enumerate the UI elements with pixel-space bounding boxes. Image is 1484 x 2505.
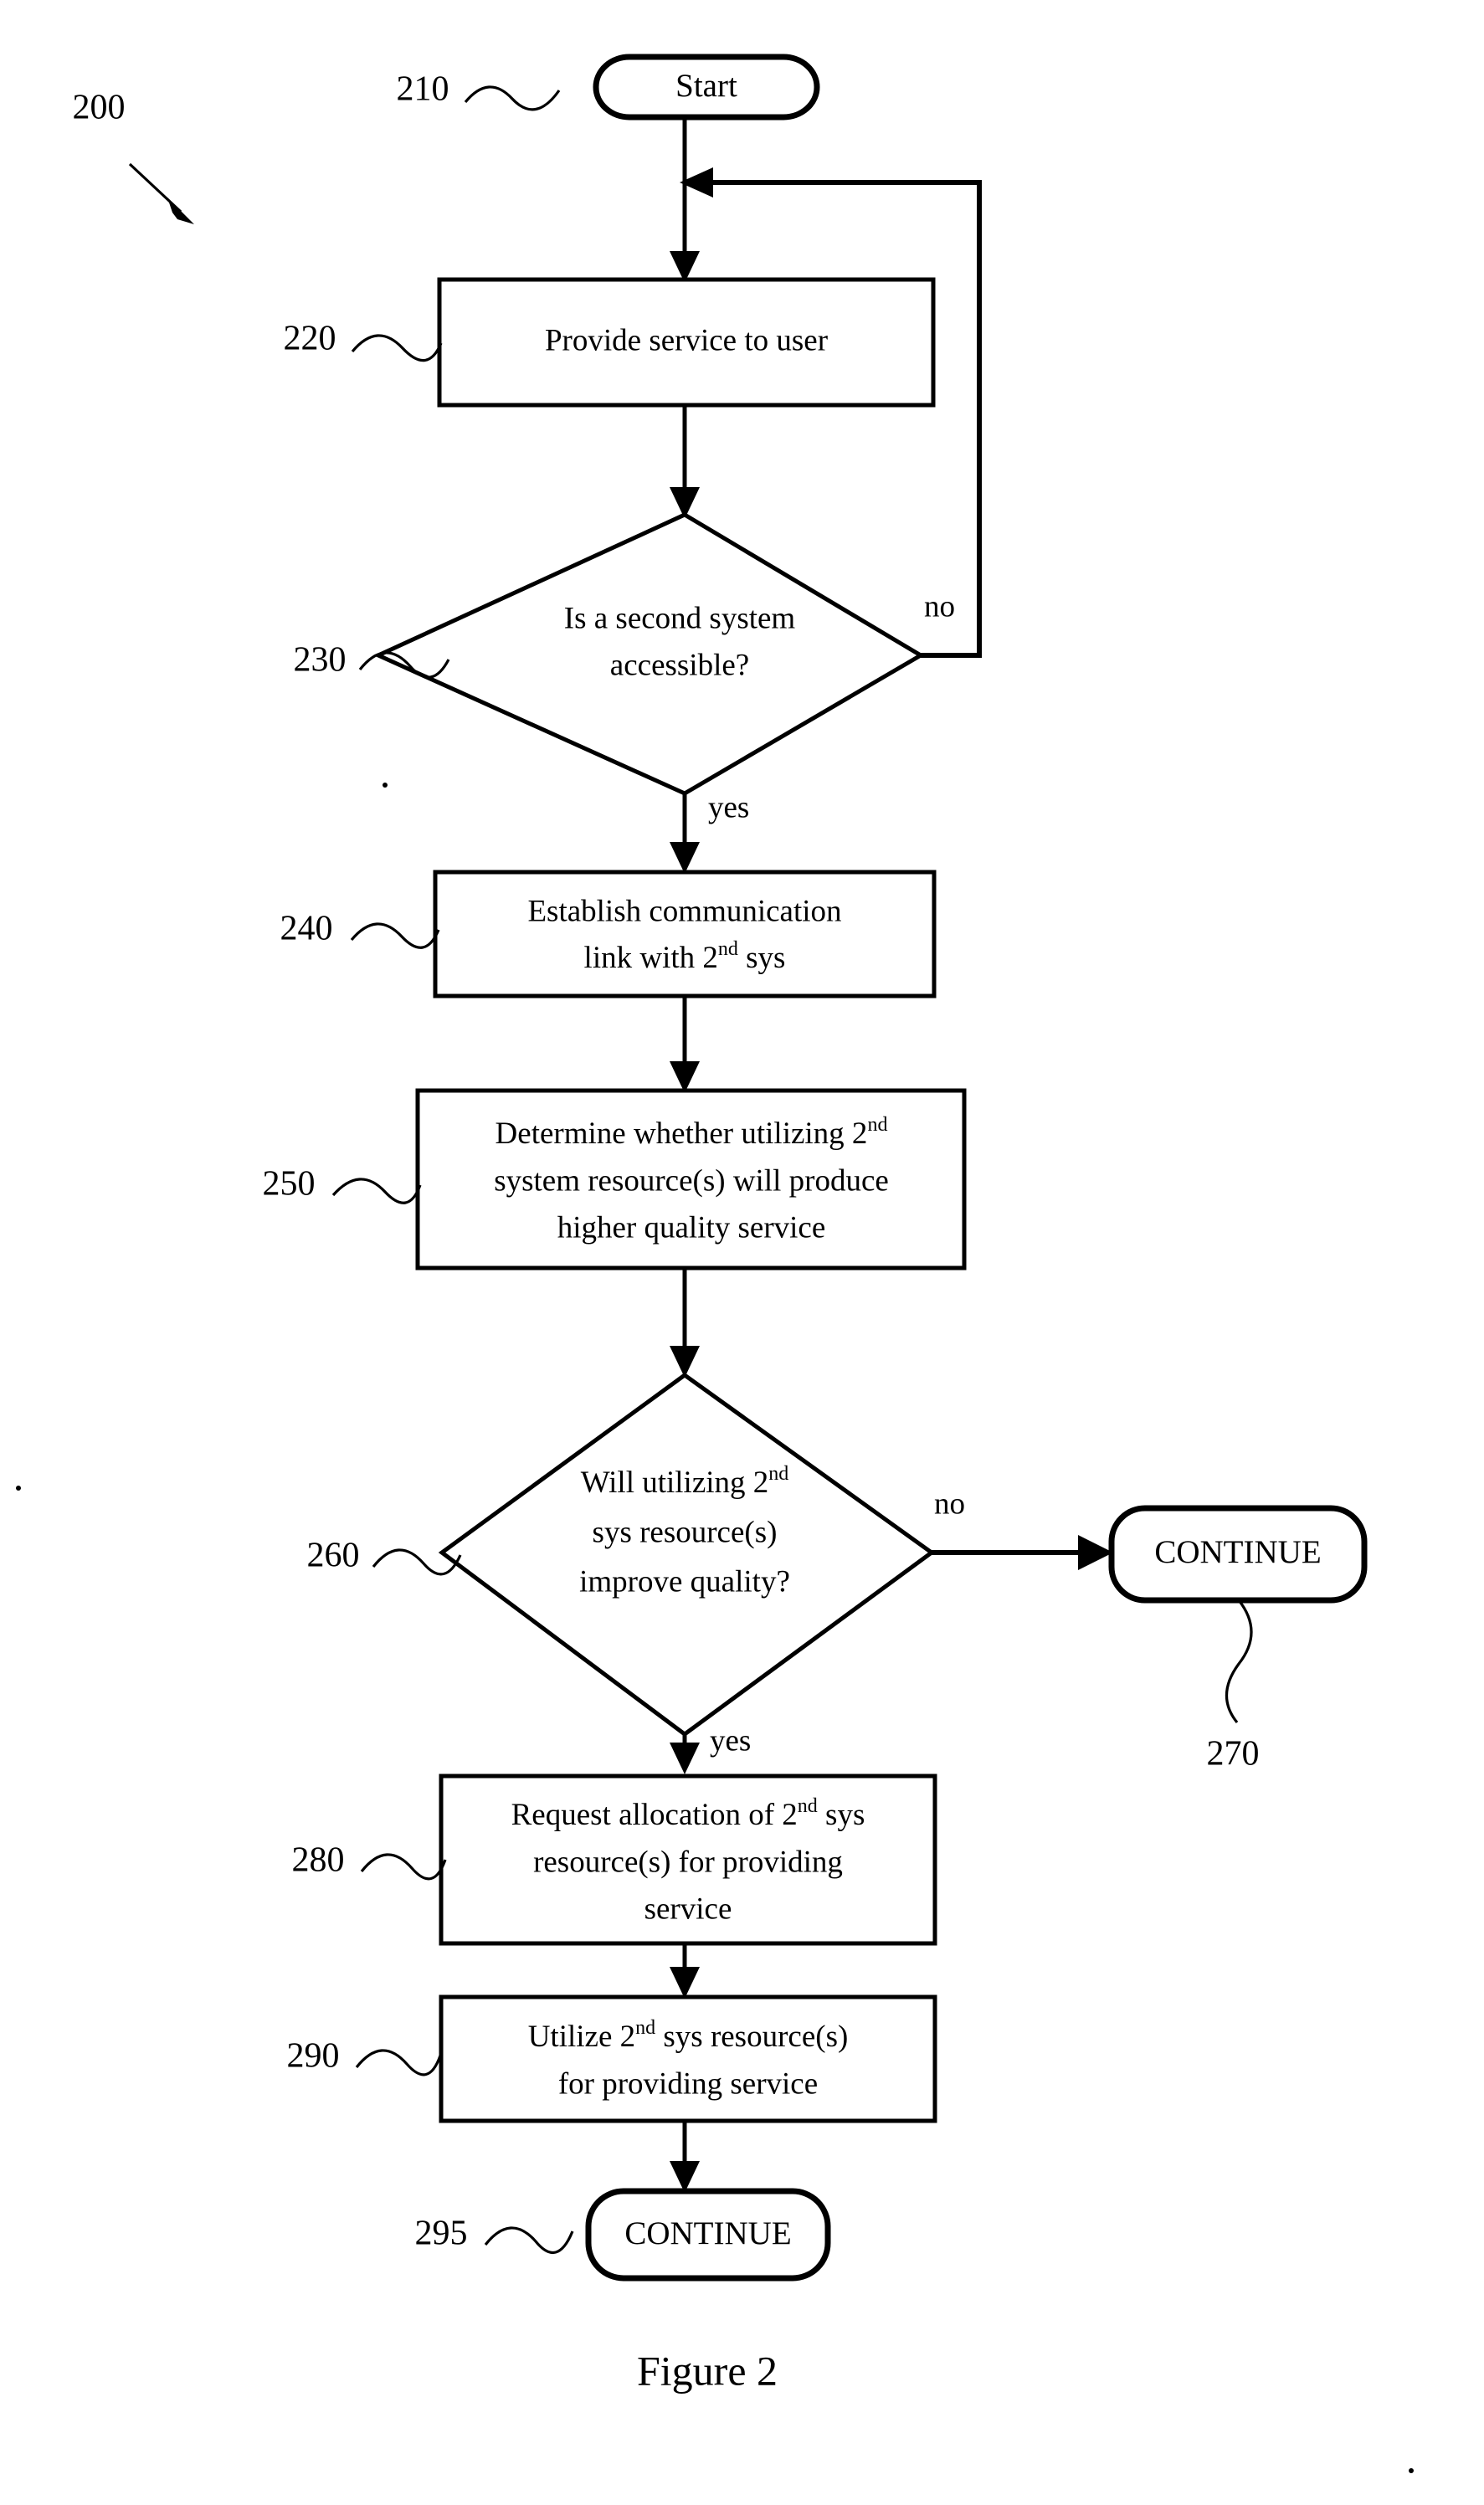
- node-230-label-line1: Is a second system: [564, 601, 796, 635]
- node-230-ref: 230: [294, 641, 347, 680]
- node-220-label: Provide service to user: [545, 323, 828, 357]
- node-210-label: Start: [675, 68, 737, 104]
- edge-260-yes-label: yes: [710, 1723, 751, 1758]
- edge-260-no-label: no: [934, 1486, 965, 1521]
- node-290-shape: [439, 1994, 937, 2123]
- node-220-ref-leader: [351, 334, 443, 362]
- node-250-label-line1: Determine whether utilizing 2nd: [496, 1114, 888, 1152]
- node-260-line1-pre: Will utilizing 2: [581, 1466, 769, 1500]
- node-250-ref: 250: [263, 1165, 316, 1204]
- node-290-label-line2: for providing service: [558, 2066, 818, 2101]
- scan-speck-left-upper: [383, 783, 388, 788]
- node-280-line1-post: sys: [818, 1798, 865, 1832]
- node-270-ref-leader: [1225, 1599, 1253, 1724]
- figure-page: 200 Start 210 Provide service to user 22…: [0, 0, 1484, 2505]
- node-240-ref-leader: [350, 922, 440, 949]
- node-295-ref-leader: [484, 2226, 574, 2255]
- edge-240-to-250: [670, 996, 700, 1093]
- node-290-label-line1: Utilize 2nd sys resource(s): [528, 2017, 849, 2055]
- node-260-shape: [438, 1372, 936, 1738]
- edge-230-yes-to-240: yes: [670, 790, 749, 874]
- node-270-ref: 270: [1207, 1735, 1260, 1774]
- node-250-label-line3: higher quality service: [557, 1210, 826, 1245]
- node-240-line2-pre: link with 2: [584, 941, 718, 975]
- node-270-label: CONTINUE: [1154, 1534, 1321, 1570]
- edge-240-to-250-arrowhead: [670, 1061, 700, 1093]
- node-280-line1-sup: nd: [798, 1795, 818, 1817]
- node-240-shape: [433, 870, 937, 998]
- node-260-label-line2: sys resource(s): [593, 1515, 778, 1549]
- node-220-provide-service: Provide service to user 220: [284, 277, 936, 408]
- scan-speck-left-lower: [16, 1486, 21, 1491]
- node-290-ref: 290: [287, 2037, 340, 2076]
- node-295-label: CONTINUE: [624, 2215, 791, 2251]
- node-295-continue: CONTINUE 295: [415, 2188, 831, 2282]
- diagram-ref-200-arrowhead: [167, 198, 194, 224]
- node-250-determine-quality: Determine whether utilizing 2nd system r…: [263, 1088, 967, 1270]
- node-280-line1-pre: Request allocation of 2: [511, 1798, 798, 1832]
- node-280-ref-leader: [360, 1853, 447, 1881]
- node-250-label-line2: system resource(s) will produce: [494, 1163, 889, 1198]
- edge-220-to-230: [670, 405, 700, 519]
- scan-speck-bottom-right: [1409, 2468, 1414, 2473]
- node-240-label-line1: Establish communication: [527, 894, 841, 928]
- edge-230-yes-arrowhead: [670, 842, 700, 874]
- node-270-continue: CONTINUE 270: [1108, 1505, 1368, 1774]
- node-260-label-line1: Will utilizing 2nd: [581, 1463, 789, 1501]
- edge-260-no-to-270: no: [932, 1486, 1113, 1570]
- edge-290-to-295-arrowhead: [670, 2161, 700, 2193]
- node-260-ref: 260: [307, 1537, 360, 1575]
- node-240-establish-link: Establish communication link with 2nd sy…: [280, 870, 937, 998]
- node-250-line1-sup: nd: [867, 1114, 887, 1136]
- node-290-line1-pre: Utilize 2: [528, 2020, 635, 2054]
- node-240-ref: 240: [280, 910, 333, 948]
- node-250-ref-leader: [331, 1178, 422, 1204]
- node-290-ref-leader: [355, 2049, 442, 2076]
- edge-250-to-260: [670, 1268, 700, 1378]
- node-250-line1-pre: Determine whether utilizing 2: [496, 1116, 868, 1151]
- node-260-line1-sup: nd: [768, 1463, 788, 1485]
- node-210-ref: 210: [397, 70, 449, 109]
- node-280-request-allocation: Request allocation of 2nd sys resource(s…: [292, 1774, 937, 1946]
- node-230-label-line2: accessible?: [610, 648, 749, 682]
- node-240-line2-post: sys: [738, 941, 786, 975]
- edge-280-to-290: [670, 1943, 700, 1999]
- node-295-ref: 295: [415, 2215, 468, 2253]
- node-240-line2-sup: nd: [718, 938, 738, 960]
- node-290-line1-post: sys resource(s): [655, 2020, 848, 2054]
- node-210-start: Start 210: [397, 54, 820, 121]
- node-280-label-line2: resource(s) for providing: [533, 1845, 843, 1879]
- node-230-second-system-decision: Is a second system accessible? 230: [294, 512, 925, 796]
- node-280-label-line3: service: [644, 1892, 732, 1926]
- node-260-label-line3: improve quality?: [579, 1564, 790, 1599]
- edge-260-yes-arrowhead: [670, 1743, 700, 1774]
- node-240-label-line2: link with 2nd sys: [584, 938, 786, 976]
- edge-280-to-290-arrowhead: [670, 1967, 700, 1999]
- node-290-utilize-resources: Utilize 2nd sys resource(s) for providin…: [287, 1994, 937, 2123]
- edge-210-to-220: [670, 117, 700, 283]
- diagram-ref-200-label: 200: [73, 89, 126, 127]
- node-290-line1-sup: nd: [635, 2017, 655, 2039]
- node-280-ref: 280: [292, 1841, 345, 1880]
- node-260-improve-quality-decision: Will utilizing 2nd sys resource(s) impro…: [307, 1372, 936, 1738]
- node-210-ref-leader: [464, 85, 561, 111]
- diagram-ref-200: 200: [73, 89, 194, 224]
- figure-caption: Figure 2: [637, 2347, 778, 2394]
- node-220-ref: 220: [284, 320, 336, 358]
- edge-230-no-label: no: [924, 589, 955, 624]
- edge-290-to-295: [670, 2121, 700, 2193]
- flowchart-canvas: 200 Start 210 Provide service to user 22…: [16, 54, 1414, 2473]
- edge-230-yes-label: yes: [708, 790, 749, 824]
- edge-260-no-arrowhead: [1078, 1535, 1113, 1570]
